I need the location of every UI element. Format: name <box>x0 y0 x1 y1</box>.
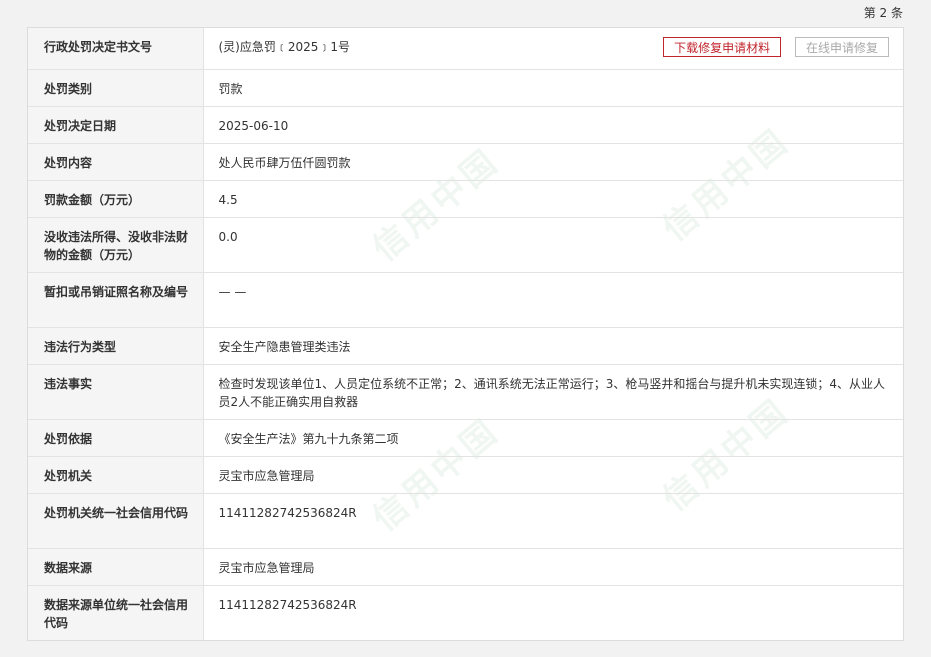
penalty-detail-panel: 信用中国 信用中国 信用中国 信用中国 行政处罚决定书文号 (灵)应急罚﹝202… <box>27 27 904 641</box>
row-value: — — <box>203 271 903 327</box>
decision-number: (灵)应急罚﹝2025﹞1号 <box>218 40 351 54</box>
penalty-detail-table: 行政处罚决定书文号 (灵)应急罚﹝2025﹞1号 下载修复申请材料 在线申请修复… <box>28 28 903 640</box>
table-row: 处罚决定日期 2025-06-10 <box>28 105 903 143</box>
row-label: 违法事实 <box>28 363 204 419</box>
table-row: 没收违法所得、没收非法财物的金额（万元） 0.0 <box>28 216 903 272</box>
row-value: 0.0 <box>203 216 903 272</box>
row-value: 处人民币肆万伍仟圆罚款 <box>203 142 903 180</box>
table-row: 罚款金额（万元） 4.5 <box>28 179 903 217</box>
row-label: 违法行为类型 <box>28 326 204 364</box>
download-repair-materials-button[interactable]: 下载修复申请材料 <box>663 37 782 57</box>
row-label: 没收违法所得、没收非法财物的金额（万元） <box>28 216 204 272</box>
table-row: 暂扣或吊销证照名称及编号 — — <box>28 271 903 327</box>
row-label: 数据来源单位统一社会信用代码 <box>28 584 204 640</box>
online-repair-button[interactable]: 在线申请修复 <box>794 37 889 57</box>
row-label: 处罚机关 <box>28 455 204 493</box>
row-label: 数据来源 <box>28 547 204 585</box>
row-label: 行政处罚决定书文号 <box>28 28 204 69</box>
row-value-cell: (灵)应急罚﹝2025﹞1号 下载修复申请材料 在线申请修复 <box>203 28 903 69</box>
row-value: 灵宝市应急管理局 <box>203 455 903 493</box>
table-row: 处罚依据 《安全生产法》第九十九条第二项 <box>28 418 903 456</box>
row-value: 11411282742536824R <box>203 492 903 548</box>
row-value: 罚款 <box>203 68 903 106</box>
row-label: 处罚类别 <box>28 68 204 106</box>
row-value: 2025-06-10 <box>203 105 903 143</box>
table-row: 数据来源 灵宝市应急管理局 <box>28 547 903 585</box>
table-row: 数据来源单位统一社会信用代码 11411282742536824R <box>28 584 903 640</box>
row-label: 处罚机关统一社会信用代码 <box>28 492 204 548</box>
row-value: 灵宝市应急管理局 <box>203 547 903 585</box>
row-value: 安全生产隐患管理类违法 <box>203 326 903 364</box>
row-label: 处罚依据 <box>28 418 204 456</box>
top-bar: 第 2 条 <box>0 0 931 24</box>
record-counter: 第 2 条 <box>863 6 903 20</box>
table-row: 处罚内容 处人民币肆万伍仟圆罚款 <box>28 142 903 180</box>
row-value: 《安全生产法》第九十九条第二项 <box>203 418 903 456</box>
action-buttons: 下载修复申请材料 在线申请修复 <box>653 37 889 57</box>
table-row: 处罚机关 灵宝市应急管理局 <box>28 455 903 493</box>
row-value: 4.5 <box>203 179 903 217</box>
table-row: 违法事实 检查时发现该单位1、人员定位系统不正常；2、通讯系统无法正常运行；3、… <box>28 363 903 419</box>
row-label: 处罚决定日期 <box>28 105 204 143</box>
table-row: 行政处罚决定书文号 (灵)应急罚﹝2025﹞1号 下载修复申请材料 在线申请修复 <box>28 28 903 69</box>
row-value: 11411282742536824R <box>203 584 903 640</box>
table-row: 违法行为类型 安全生产隐患管理类违法 <box>28 326 903 364</box>
row-label: 处罚内容 <box>28 142 204 180</box>
table-row: 处罚机关统一社会信用代码 11411282742536824R <box>28 492 903 548</box>
table-row: 处罚类别 罚款 <box>28 68 903 106</box>
row-label: 暂扣或吊销证照名称及编号 <box>28 271 204 327</box>
row-value: 检查时发现该单位1、人员定位系统不正常；2、通讯系统无法正常运行；3、枪马竖井和… <box>203 363 903 419</box>
row-label: 罚款金额（万元） <box>28 179 204 217</box>
